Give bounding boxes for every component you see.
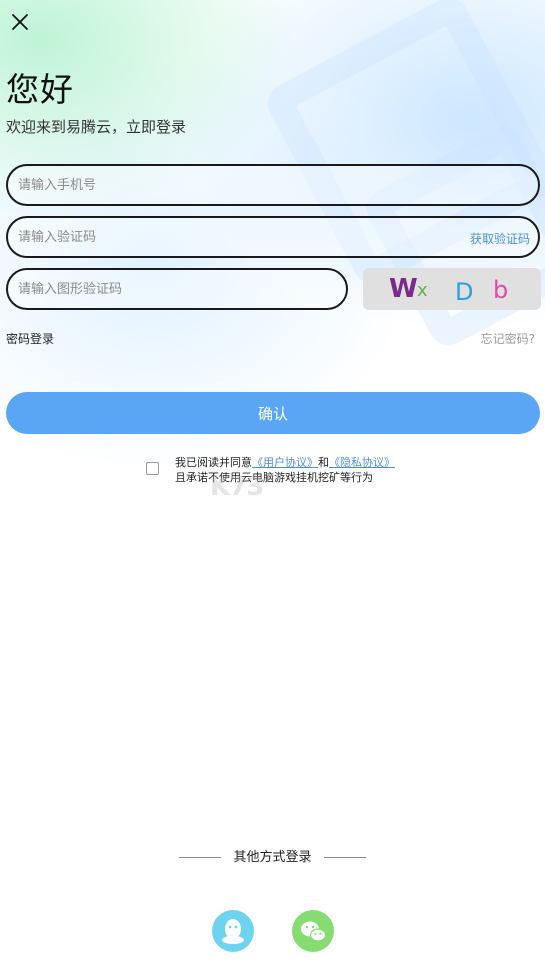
other-login-section: 其他方式登录	[0, 846, 545, 865]
close-icon[interactable]	[8, 10, 32, 34]
captcha-input[interactable]	[8, 270, 318, 308]
captcha-image[interactable]: W x D b	[363, 268, 541, 310]
verification-code-input[interactable]	[8, 218, 398, 256]
divider-right	[323, 857, 366, 858]
page-subtitle: 欢迎来到易腾云，立即登录	[6, 118, 187, 136]
captcha-char: x	[417, 280, 428, 301]
qq-login-button[interactable]	[212, 910, 254, 952]
page-title: 您好	[6, 70, 74, 109]
captcha-char: b	[493, 276, 509, 304]
agreement-and: 和	[318, 456, 329, 469]
captcha-field-container	[6, 268, 348, 310]
qq-icon	[222, 919, 244, 944]
divider-left	[179, 857, 222, 858]
phone-field-container	[6, 164, 540, 206]
agreement-checkbox[interactable]	[146, 462, 159, 475]
get-code-button[interactable]: 获取验证码	[470, 230, 530, 247]
captcha-char: D	[455, 278, 474, 306]
watermark-logo: K73	[210, 472, 264, 502]
code-field-container: 获取验证码	[6, 216, 540, 258]
password-login-link[interactable]: 密码登录	[6, 330, 54, 347]
captcha-char: W	[389, 274, 418, 304]
user-agreement-link[interactable]: 《用户协议》	[252, 456, 318, 469]
agreement-line-2: 且承诺不使用云电脑游戏挂机挖矿等行为	[175, 471, 373, 484]
wechat-icon	[301, 921, 327, 942]
confirm-button[interactable]: 确认	[6, 392, 540, 434]
agreement-text: 我已阅读并同意《用户协议》和《隐私协议》 且承诺不使用云电脑游戏挂机挖矿等行为	[175, 455, 395, 485]
phone-input[interactable]	[8, 166, 398, 204]
agreement-prefix: 我已阅读并同意	[175, 456, 252, 469]
forgot-password-link[interactable]: 忘记密码?	[481, 330, 535, 347]
privacy-policy-link[interactable]: 《隐私协议》	[329, 456, 395, 469]
wechat-login-button[interactable]	[292, 910, 334, 952]
other-login-label: 其他方式登录	[233, 850, 312, 865]
